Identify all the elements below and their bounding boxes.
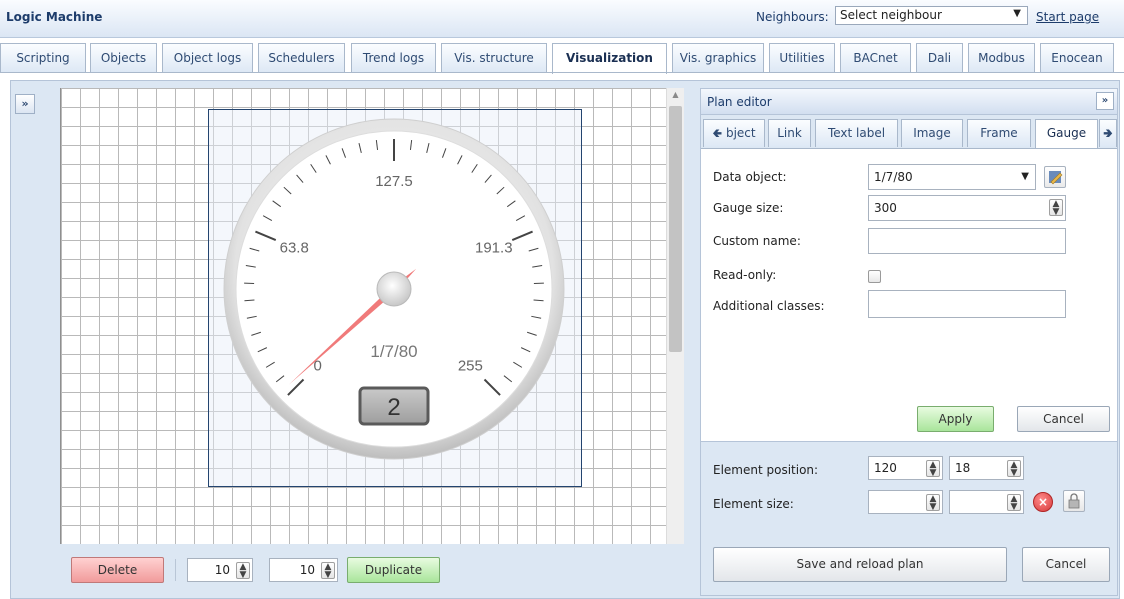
additional-classes-field[interactable] xyxy=(868,290,1066,318)
tab-scripting[interactable]: Scripting xyxy=(0,43,86,72)
arrow-left-icon: 🢀 xyxy=(712,126,723,140)
spinner-icon[interactable]: ▲ ▼ xyxy=(1007,460,1021,478)
tab-link[interactable]: Link xyxy=(768,119,811,147)
element-position-y-value: 18 xyxy=(955,461,971,475)
tab-text-label[interactable]: Text label xyxy=(815,119,898,147)
element-position-label: Element position: xyxy=(713,463,819,477)
gauge-object-label: 1/7/80 xyxy=(370,342,417,361)
spinner-icon[interactable]: ▲ ▼ xyxy=(236,562,250,580)
lock-icon[interactable] xyxy=(1063,490,1085,512)
cancel-plan-button[interactable]: Cancel xyxy=(1022,547,1110,582)
arrow-right-icon[interactable]: 🢂 xyxy=(1099,119,1117,147)
gauge-value: 2 xyxy=(387,394,400,421)
top-bar: Logic Machine Neighbours: Select neighbo… xyxy=(0,0,1124,38)
tab-enocean[interactable]: Enocean xyxy=(1040,43,1114,72)
tab-bacnet[interactable]: BACnet xyxy=(840,43,911,72)
tab-objects[interactable]: Objects xyxy=(90,43,157,72)
plan-editor-title: Plan editor xyxy=(707,95,772,109)
step-y-value: 10 xyxy=(299,563,315,577)
gauge-properties-form: Data object: 1/7/80 ▼ Gauge size: 300 ▲ ▼… xyxy=(701,148,1117,442)
custom-name-label: Custom name: xyxy=(713,234,801,248)
tab-image[interactable]: Image xyxy=(901,119,963,147)
main-tabs: Scripting Objects Object logs Schedulers… xyxy=(0,43,1124,74)
read-only-label: Read-only: xyxy=(713,268,777,282)
step-x-value: 10 xyxy=(214,563,230,577)
gauge-min-label: 0 xyxy=(313,357,321,374)
scrollbar-thumb[interactable] xyxy=(669,106,682,352)
apply-button[interactable]: Apply xyxy=(917,406,994,432)
custom-name-field[interactable] xyxy=(868,228,1066,254)
element-position-x-field[interactable]: 120 ▲ ▼ xyxy=(868,456,943,480)
canvas-scrollbar[interactable]: ▲ xyxy=(666,88,684,544)
tab-modbus[interactable]: Modbus xyxy=(968,43,1035,72)
plan-canvas[interactable]: 0 255 63.8 127.5 191.3 1/7/80 2 xyxy=(60,88,666,544)
spinner-icon[interactable]: ▲ ▼ xyxy=(1049,199,1063,217)
spinner-icon[interactable]: ▲ ▼ xyxy=(1007,494,1021,512)
spinner-icon[interactable]: ▲ ▼ xyxy=(926,494,940,512)
delete-button[interactable]: Delete xyxy=(71,557,164,583)
gauge-max-label: 255 xyxy=(458,357,483,374)
gauge-size-label: Gauge size: xyxy=(713,201,784,215)
cancel-button[interactable]: Cancel xyxy=(1017,406,1110,432)
element-position-y-field[interactable]: 18 ▲ ▼ xyxy=(949,456,1024,480)
tab-schedulers[interactable]: Schedulers xyxy=(258,43,345,72)
tab-vis-structure[interactable]: Vis. structure xyxy=(441,43,547,72)
tab-utilities[interactable]: Utilities xyxy=(769,43,835,72)
start-page-link[interactable]: Start page xyxy=(1036,10,1099,24)
gauge-tick-label: 127.5 xyxy=(375,173,413,190)
chevron-down-icon: ▼ xyxy=(1013,8,1021,19)
toolbar-separator xyxy=(175,559,176,581)
edit-object-icon[interactable] xyxy=(1044,166,1066,188)
gauge-tick-label: 63.8 xyxy=(280,240,309,257)
tab-visualization[interactable]: Visualization xyxy=(552,43,667,74)
read-only-checkbox[interactable] xyxy=(868,270,881,283)
data-object-select[interactable]: 1/7/80 ▼ xyxy=(868,164,1036,190)
spinner-icon[interactable]: ▲ ▼ xyxy=(926,460,940,478)
gauge-hub xyxy=(376,271,412,307)
reset-size-icon[interactable]: × xyxy=(1033,492,1053,512)
element-size-height-field[interactable]: ▲ ▼ xyxy=(949,490,1024,514)
spinner-icon[interactable]: ▲ ▼ xyxy=(321,562,335,580)
element-position-x-value: 120 xyxy=(874,461,897,475)
collapse-right-button[interactable]: » xyxy=(1096,92,1114,110)
gauge-tick-label: 191.3 xyxy=(475,240,513,257)
tab-vis-graphics[interactable]: Vis. graphics xyxy=(672,43,764,72)
tab-gauge[interactable]: Gauge xyxy=(1035,119,1098,149)
data-object-label: Data object: xyxy=(713,170,787,184)
element-size-width-field[interactable]: ▲ ▼ xyxy=(868,490,943,514)
neighbours-select[interactable]: Select neighbour ▼ xyxy=(835,6,1028,25)
chevron-down-icon: ▼ xyxy=(1021,171,1029,182)
tab-dali[interactable]: Dali xyxy=(916,43,963,72)
tab-object[interactable]: 🢀 bject xyxy=(703,119,765,147)
step-y-field[interactable]: 10 ▲ ▼ xyxy=(269,558,338,582)
app-title: Logic Machine xyxy=(6,10,103,24)
neighbours-label: Neighbours: xyxy=(756,10,829,24)
scroll-up-arrow-icon[interactable]: ▲ xyxy=(667,90,684,104)
step-x-field[interactable]: 10 ▲ ▼ xyxy=(187,558,253,582)
save-and-reload-button[interactable]: Save and reload plan xyxy=(713,547,1007,582)
gauge-widget[interactable]: 0 255 63.8 127.5 191.3 1/7/80 2 xyxy=(214,109,574,469)
plan-editor-tabs: 🢀 bject Link Text label Image Frame Gaug… xyxy=(701,119,1117,149)
canvas-toolbar: Delete 10 ▲ ▼ 10 ▲ ▼ Duplicate xyxy=(60,544,684,594)
plan-editor-panel: Plan editor » 🢀 bject Link Text label Im… xyxy=(700,88,1118,596)
gauge-size-field[interactable]: 300 ▲ ▼ xyxy=(868,195,1066,221)
gauge-size-value: 300 xyxy=(874,201,897,215)
tab-frame[interactable]: Frame xyxy=(967,119,1031,147)
tab-object-logs[interactable]: Object logs xyxy=(162,43,253,72)
additional-classes-label: Additional classes: xyxy=(713,299,825,313)
tab-trend-logs[interactable]: Trend logs xyxy=(351,43,436,72)
data-object-value: 1/7/80 xyxy=(874,170,913,184)
element-size-label: Element size: xyxy=(713,497,794,511)
neighbours-select-value: Select neighbour xyxy=(840,8,942,22)
duplicate-button[interactable]: Duplicate xyxy=(347,557,440,583)
plan-editor-header: Plan editor » xyxy=(701,89,1117,115)
tab-object-label: bject xyxy=(725,126,756,140)
collapse-left-button[interactable]: » xyxy=(15,94,35,114)
tabs-divider xyxy=(0,72,1124,73)
